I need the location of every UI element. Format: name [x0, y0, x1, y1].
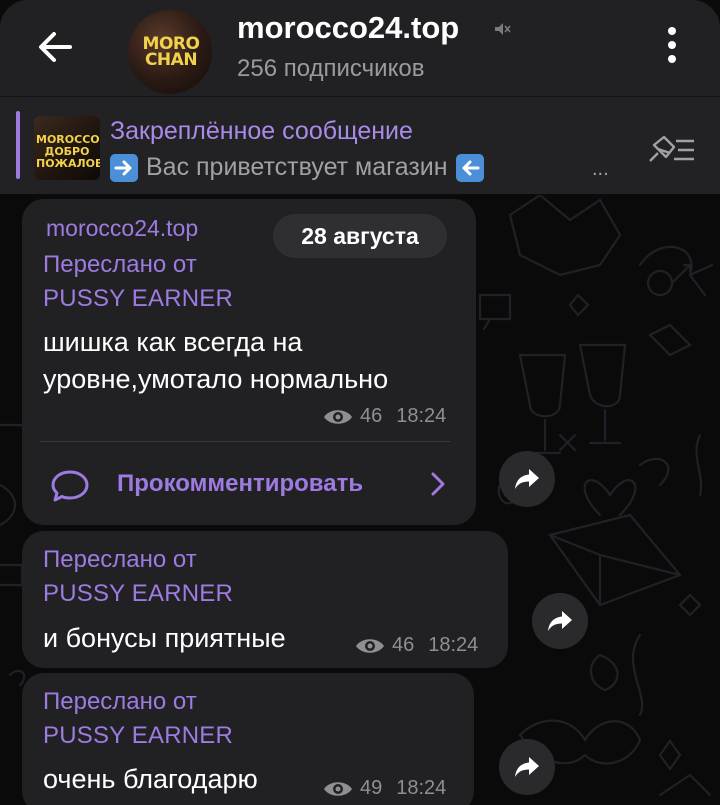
share-button[interactable]: [532, 593, 588, 649]
comment-button[interactable]: Прокомментировать: [40, 450, 460, 516]
pinned-title: Закреплённое сообщение: [110, 117, 413, 145]
message-meta: 46 18:24: [354, 634, 478, 657]
share-arrow-icon: [515, 757, 539, 777]
forwarded-label: Переслано от: [43, 546, 197, 573]
message-text-line: уровне,умотало нормально: [43, 364, 389, 394]
message-time: 18:24: [396, 405, 447, 427]
view-count: 49: [360, 777, 383, 799]
mute-icon: [495, 23, 511, 35]
forwarded-from-link[interactable]: PUSSY EARNER: [43, 580, 233, 608]
forwarded-label: Переслано от: [43, 688, 197, 715]
message-time: 18:24: [428, 634, 479, 656]
view-count: 46: [392, 634, 415, 656]
pinned-list-button[interactable]: [644, 133, 696, 167]
channel-title[interactable]: morocco24.top: [237, 10, 459, 46]
more-vertical-icon: [668, 27, 676, 63]
views-eye-icon: [324, 409, 352, 424]
more-menu-button[interactable]: [655, 22, 689, 68]
message-time: 18:24: [396, 777, 447, 799]
back-button[interactable]: [30, 22, 80, 72]
message-text: очень благодарю: [43, 764, 258, 794]
message-text: и бонусы приятные: [43, 623, 286, 653]
pinned-preview: Вас приветствует магазин: [110, 153, 484, 182]
right-arrow-emoji-icon: [110, 153, 138, 182]
pinned-thumbnail-text: MOROCCO ДОБРО ПОЖАЛОВАТЬ: [36, 133, 100, 170]
pinned-preview-text: Вас приветствует магазин: [146, 153, 448, 181]
views-eye-icon: [356, 638, 384, 653]
message-meta: 49 18:24: [322, 777, 446, 800]
message-text-line: шишка как всегда на: [43, 327, 303, 357]
views-eye-icon: [324, 781, 352, 796]
view-count: 46: [360, 405, 383, 427]
avatar-logo-text: MORO CHAN: [142, 34, 200, 70]
chat-header: MORO CHAN morocco24.top 256 подписчиков: [0, 0, 720, 96]
back-arrow-icon: [39, 32, 72, 62]
share-arrow-icon: [515, 469, 539, 489]
date-chip: 28 августа: [273, 214, 447, 258]
pin-indicator: [16, 111, 20, 179]
message-meta: 46 18:24: [322, 405, 446, 428]
chevron-right-icon: [431, 472, 445, 496]
channel-avatar[interactable]: MORO CHAN: [128, 10, 212, 94]
pinned-thumbnail: MOROCCO ДОБРО ПОЖАЛОВАТЬ: [34, 116, 100, 180]
subscriber-count: 256 подписчиков: [237, 55, 425, 82]
message-channel-name[interactable]: morocco24.top: [46, 215, 198, 242]
share-arrow-icon: [548, 611, 572, 631]
comment-divider: [40, 441, 450, 442]
forwarded-from-link[interactable]: PUSSY EARNER: [43, 285, 233, 313]
forwarded-label: Переслано от: [43, 251, 197, 278]
pin-list-icon: [649, 135, 694, 162]
share-button[interactable]: [499, 739, 555, 795]
left-arrow-emoji-icon: [455, 153, 484, 182]
comment-label: Прокомментировать: [117, 470, 364, 497]
comment-bubble-icon: [51, 470, 89, 502]
share-button[interactable]: [499, 451, 555, 507]
pinned-ellipsis: ...: [592, 158, 609, 180]
forwarded-from-link[interactable]: PUSSY EARNER: [43, 722, 233, 750]
